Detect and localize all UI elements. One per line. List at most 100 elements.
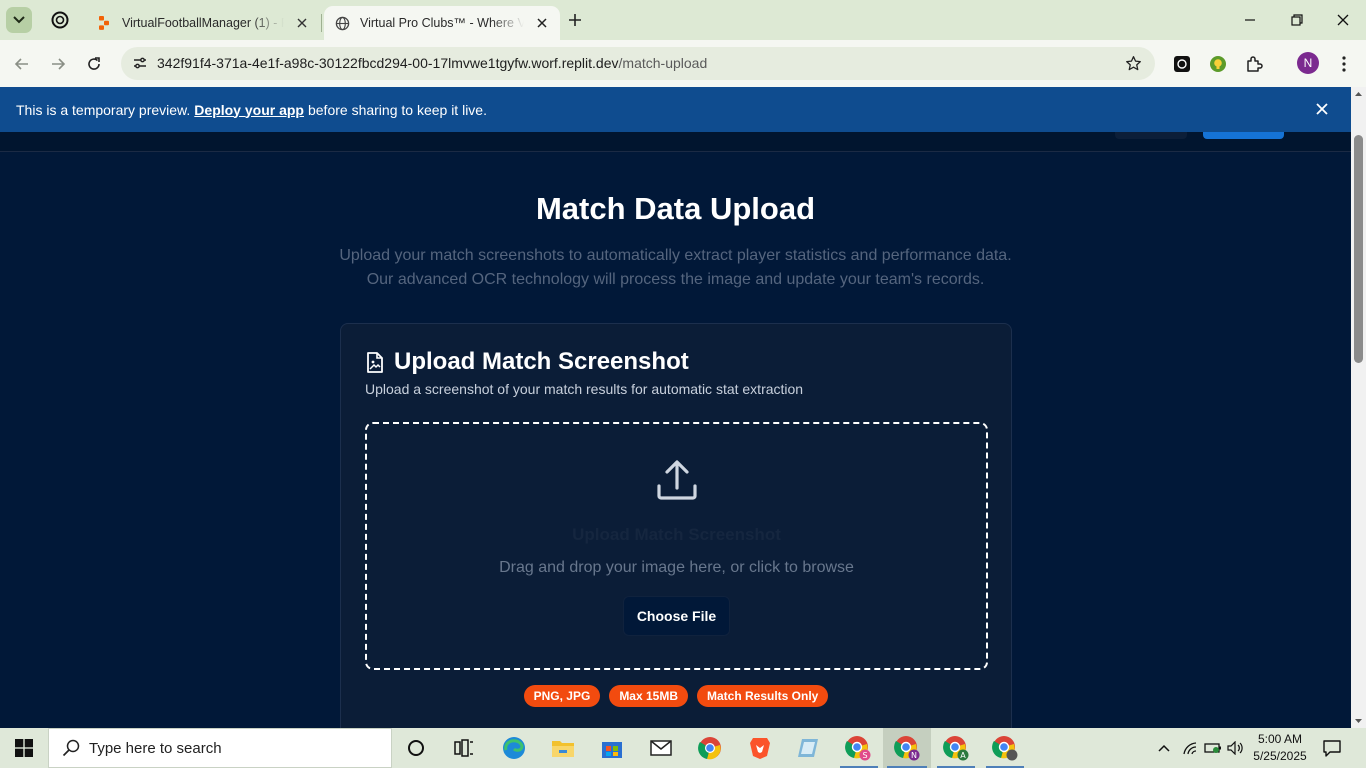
- extension-openai-icon[interactable]: [1171, 53, 1193, 75]
- search-icon: [61, 738, 81, 758]
- windows-icon: [15, 739, 33, 757]
- reload-icon: [88, 57, 100, 70]
- taskbar-search[interactable]: Type here to search: [48, 728, 392, 768]
- address-bar[interactable]: 342f91f4-371a-4e1f-a98c-30122fbcd294-00-…: [121, 47, 1155, 80]
- tab-virtualfootballmanager[interactable]: VirtualFootballManager (1) - Re: [86, 6, 320, 40]
- choose-file-button[interactable]: Choose File: [623, 596, 730, 636]
- preview-banner: This is a temporary preview. Deploy your…: [0, 87, 1351, 132]
- url-text: 342f91f4-371a-4e1f-a98c-30122fbcd294-00-…: [157, 55, 707, 71]
- badge-content-type: Match Results Only: [697, 685, 829, 707]
- dropzone-title: Upload Match Screenshot: [572, 525, 781, 544]
- tab-title: VirtualFootballManager (1) - Re: [122, 16, 284, 30]
- page-description-line: Our advanced OCR technology will process…: [366, 271, 985, 288]
- chrome-profile-icon[interactable]: [989, 732, 1021, 764]
- card-header: Upload Match Screenshot: [365, 348, 689, 376]
- restore-icon: [1291, 14, 1303, 26]
- close-tab-icon[interactable]: [532, 13, 552, 33]
- upload-icon: [655, 458, 699, 502]
- close-icon: [1337, 14, 1349, 26]
- page-title: Match Data Upload: [535, 191, 816, 226]
- dropzone-description: Drag and drop your image here, or click …: [499, 559, 854, 576]
- svg-text:N: N: [911, 751, 917, 760]
- start-button[interactable]: [0, 728, 48, 768]
- show-hidden-icons-chevron-up-icon[interactable]: [1155, 739, 1173, 757]
- banner-close-icon[interactable]: [1313, 100, 1331, 118]
- browser-toolbar: 342f91f4-371a-4e1f-a98c-30122fbcd294-00-…: [0, 40, 1366, 87]
- system-clock[interactable]: 5:00 AM 5/25/2025: [1250, 731, 1310, 765]
- url-path: /match-upload: [618, 55, 708, 71]
- file-image-icon: [365, 351, 385, 373]
- minimize-button[interactable]: [1238, 8, 1262, 32]
- deploy-app-link[interactable]: Deploy your app: [194, 102, 304, 118]
- header-primary-button[interactable]: [1203, 132, 1284, 139]
- mail-icon[interactable]: [645, 732, 677, 764]
- new-tab-button[interactable]: [564, 9, 586, 31]
- globe-icon: [334, 15, 350, 31]
- scroll-up-icon[interactable]: [1354, 90, 1363, 98]
- notification-center-icon[interactable]: [1322, 738, 1342, 758]
- scroll-down-icon[interactable]: [1354, 717, 1363, 725]
- upload-card: Upload Match Screenshot Upload a screens…: [340, 323, 1012, 728]
- chrome-profile-n-icon[interactable]: N: [891, 732, 923, 764]
- openai-icon: [51, 11, 69, 29]
- profile-initial: N: [1303, 56, 1313, 70]
- card-title: Upload Match Screenshot: [394, 348, 689, 375]
- page-scrollbar[interactable]: [1351, 87, 1366, 728]
- close-window-button[interactable]: [1331, 8, 1355, 32]
- banner-text-after: before sharing to keep it live.: [307, 101, 487, 118]
- file-explorer-icon[interactable]: [547, 732, 579, 764]
- chrome-icon[interactable]: [694, 732, 726, 764]
- forward-button[interactable]: [46, 52, 70, 76]
- badge-file-types: PNG, JPG: [523, 685, 601, 707]
- chrome-profile-a-icon[interactable]: A: [940, 732, 972, 764]
- openai-pinned-tab[interactable]: [46, 6, 74, 34]
- browser-tab-strip: VirtualFootballManager (1) - Re Virtual …: [0, 0, 1366, 40]
- plus-icon: [569, 14, 581, 26]
- clock-date: 5/25/2025: [1253, 749, 1307, 763]
- replit-icon: [96, 15, 112, 31]
- edge-icon[interactable]: [498, 732, 530, 764]
- windows-taskbar: Type here to search S N A 5:00 AM 5/25/2…: [0, 728, 1366, 768]
- scrollbar-thumb[interactable]: [1354, 135, 1363, 363]
- minimize-icon: [1245, 19, 1255, 21]
- file-requirements: PNG, JPG Max 15MB Match Results Only: [341, 685, 1011, 707]
- arrow-left-icon: [14, 58, 28, 70]
- svg-text:A: A: [960, 751, 966, 760]
- back-button[interactable]: [10, 52, 34, 76]
- search-placeholder: Type here to search: [89, 739, 222, 757]
- close-tab-icon[interactable]: [292, 13, 312, 33]
- browser-menu-button[interactable]: [1334, 52, 1354, 76]
- tab-separator: [321, 14, 322, 32]
- banner-text: This is a temporary preview.: [16, 101, 191, 118]
- notes-app-icon[interactable]: [792, 732, 824, 764]
- restore-button[interactable]: [1285, 8, 1309, 32]
- extension-bulb-icon[interactable]: [1207, 53, 1229, 75]
- clock-time: 5:00 AM: [1257, 732, 1303, 746]
- battery-icon[interactable]: [1204, 739, 1222, 757]
- cortana-icon[interactable]: [400, 732, 432, 764]
- svg-text:S: S: [862, 751, 867, 760]
- profile-avatar[interactable]: N: [1297, 52, 1319, 74]
- header-secondary-button[interactable]: [1115, 132, 1187, 139]
- url-host: 342f91f4-371a-4e1f-a98c-30122fbcd294-00-…: [157, 55, 619, 71]
- reload-button[interactable]: [82, 52, 106, 76]
- chrome-profile-s-icon[interactable]: S: [842, 732, 874, 764]
- chevron-down-icon: [13, 16, 25, 24]
- wifi-icon[interactable]: [1181, 739, 1199, 757]
- site-header: [0, 132, 1351, 152]
- file-dropzone[interactable]: Upload Match Screenshot Drag and drop yo…: [365, 422, 988, 670]
- volume-icon[interactable]: [1226, 739, 1244, 757]
- tab-search-button[interactable]: [6, 7, 32, 33]
- brave-icon[interactable]: [744, 732, 776, 764]
- more-vertical-icon: [1342, 56, 1346, 72]
- page-viewport: This is a temporary preview. Deploy your…: [0, 87, 1351, 728]
- task-view-icon[interactable]: [448, 732, 480, 764]
- page-description: Upload your match screenshots to automat…: [0, 244, 1351, 292]
- card-subtitle: Upload a screenshot of your match result…: [365, 381, 804, 397]
- tab-virtual-pro-clubs[interactable]: Virtual Pro Clubs™ - Where Virt: [324, 6, 560, 40]
- site-info-icon[interactable]: [129, 52, 151, 74]
- microsoft-store-icon[interactable]: [596, 732, 628, 764]
- badge-max-size: Max 15MB: [609, 685, 688, 707]
- bookmark-star-icon[interactable]: [1123, 53, 1143, 73]
- extensions-puzzle-icon[interactable]: [1243, 53, 1265, 75]
